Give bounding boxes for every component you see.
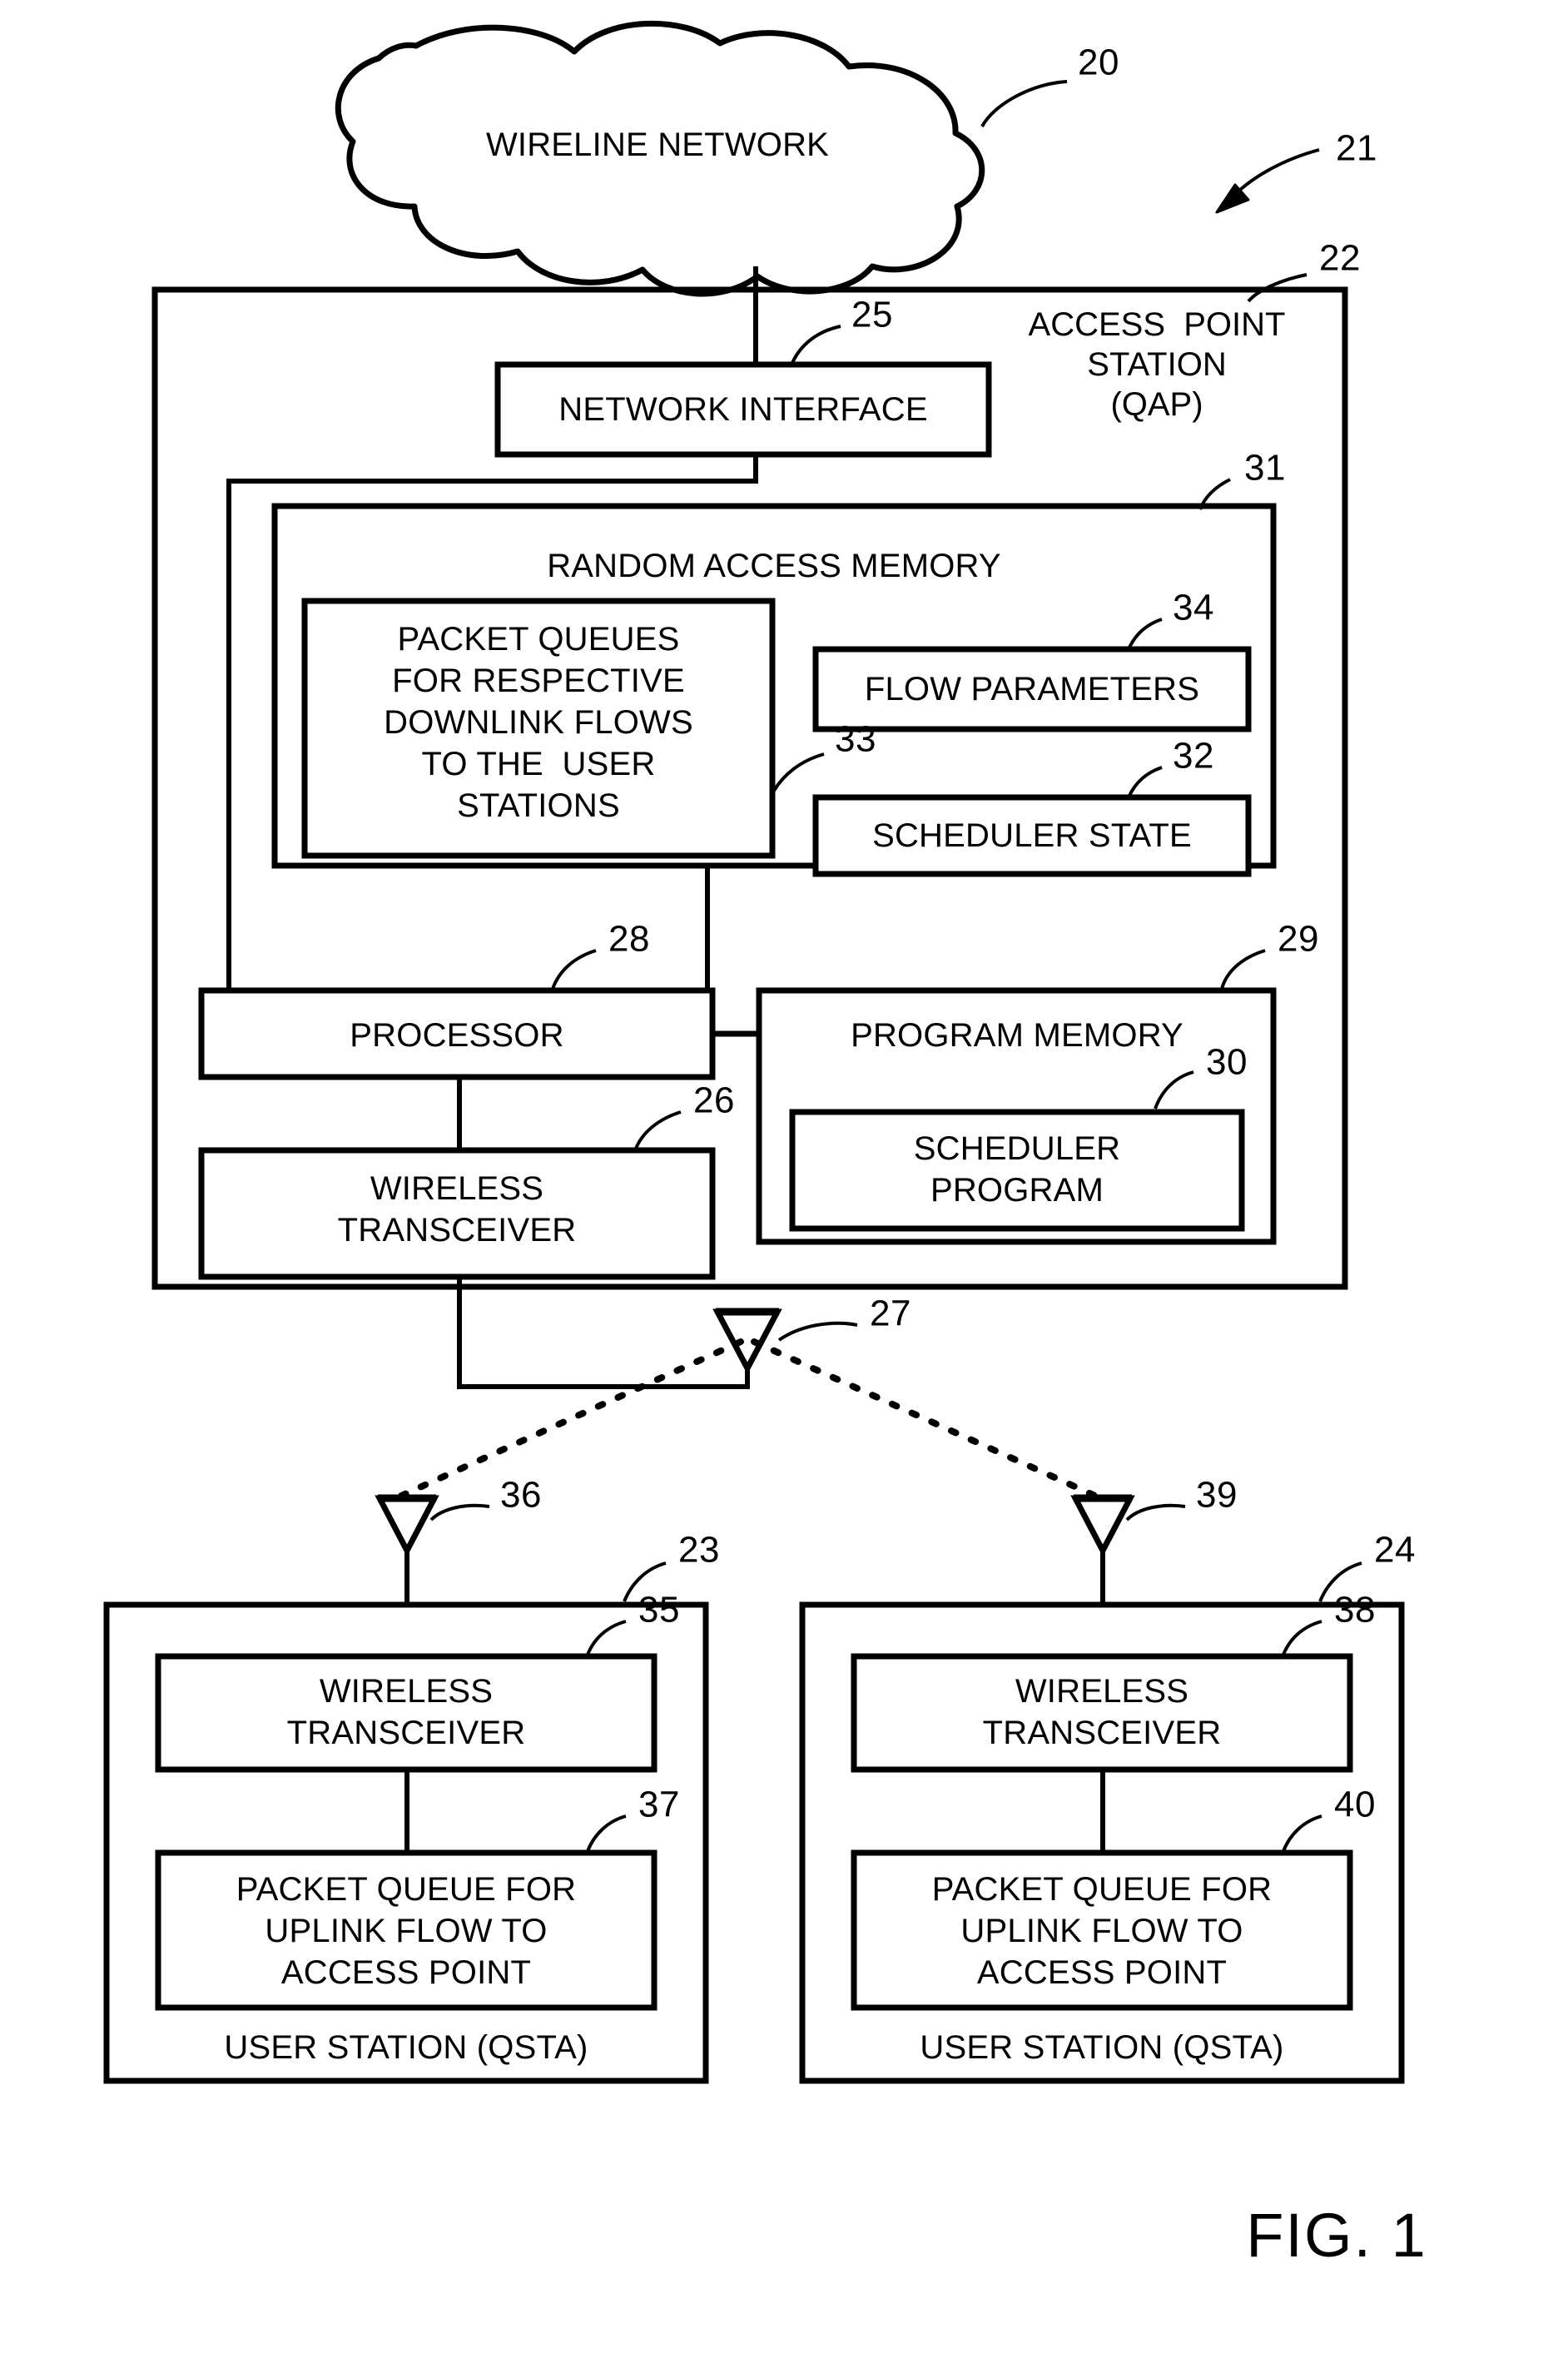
access-point-title-line3: (QAP) (1110, 385, 1203, 423)
ref-number-29: 29 (1278, 918, 1319, 960)
ref-number-32: 32 (1173, 735, 1214, 777)
radio-link-left (396, 1338, 744, 1500)
ref-number-33: 33 (835, 718, 876, 760)
ref-number-23: 23 (678, 1529, 720, 1571)
scheduler-program-line2: PROGRAM (930, 1171, 1104, 1209)
ap-transceiver-line2: TRANSCEIVER (337, 1211, 577, 1248)
ref-lead-39 (1125, 1503, 1186, 1522)
wireline-network-label: WIRELINE NETWORK (485, 126, 830, 163)
ref-number-20: 20 (1078, 42, 1119, 83)
right-station-queue-line2: UPLINK FLOW TO (960, 1912, 1243, 1949)
ref-number-37: 37 (638, 1784, 680, 1825)
ref-arrow-21 (1228, 148, 1320, 201)
left-station-transceiver-line1: WIRELESS (319, 1672, 494, 1710)
random-access-memory-label: RANDOM ACCESS MEMORY (547, 547, 1001, 584)
ref-lead-26 (634, 1110, 682, 1149)
right-user-station-label: USER STATION (QSTA) (920, 2028, 1284, 2066)
ref-number-40: 40 (1334, 1784, 1376, 1825)
processor-label: PROCESSOR (350, 1016, 564, 1054)
ref-lead-20 (980, 80, 1068, 127)
network-interface-label: NETWORK INTERFACE (558, 390, 928, 428)
wire-transceiver-to-antenna (457, 1277, 750, 1389)
access-point-title-line2: STATION (1087, 345, 1227, 383)
left-user-station-label: USER STATION (QSTA) (224, 2028, 588, 2066)
ref-lead-28 (551, 949, 597, 990)
ref-number-34: 34 (1173, 587, 1214, 628)
radio-link-right (751, 1338, 1100, 1500)
flow-parameters-label: FLOW PARAMETERS (864, 670, 1200, 707)
scheduler-state-label: SCHEDULER STATE (872, 817, 1192, 854)
ref-number-36: 36 (500, 1474, 542, 1516)
figure-linework (103, 20, 1405, 2084)
program-memory-label: PROGRAM MEMORY (851, 1016, 1183, 1054)
ref-number-21: 21 (1336, 127, 1377, 169)
ref-number-25: 25 (851, 294, 893, 335)
left-station-queue-line1: PACKET QUEUE FOR (236, 1870, 577, 1908)
packet-queues-line4: TO THE USER (421, 745, 656, 782)
right-station-transceiver-line1: WIRELESS (1015, 1672, 1189, 1710)
left-station-queue-line2: UPLINK FLOW TO (265, 1912, 548, 1949)
access-point-title-line1: ACCESS POINT (1028, 305, 1286, 343)
left-station-transceiver-line2: TRANSCEIVER (286, 1714, 526, 1751)
figure-caption: FIG. 1 (1246, 2201, 1427, 2271)
left-station-queue-line3: ACCESS POINT (280, 1953, 532, 1991)
right-station-queue-line1: PACKET QUEUE FOR (931, 1870, 1273, 1908)
right-station-transceiver-line2: TRANSCEIVER (982, 1714, 1222, 1751)
ref-number-27: 27 (870, 1293, 911, 1334)
ref-number-35: 35 (638, 1589, 680, 1631)
ref-lead-29 (1220, 949, 1266, 990)
left-station-antenna-icon (375, 1495, 439, 1557)
ref-number-24: 24 (1374, 1529, 1416, 1571)
ap-transceiver-line1: WIRELESS (370, 1169, 544, 1207)
ref-number-38: 38 (1334, 1589, 1376, 1631)
ap-antenna-icon (712, 1308, 782, 1375)
packet-queues-line5: STATIONS (457, 787, 620, 824)
packet-queues-line3: DOWNLINK FLOWS (384, 703, 693, 741)
ref-number-22: 22 (1319, 237, 1361, 279)
ref-number-28: 28 (608, 918, 650, 960)
ref-number-30: 30 (1206, 1041, 1248, 1083)
patent-figure: WIRELINE NETWORK 20 21 ACCESS POINT STAT… (0, 0, 1568, 2353)
ref-number-26: 26 (693, 1080, 735, 1121)
ref-number-31: 31 (1244, 447, 1286, 489)
ref-number-39: 39 (1196, 1474, 1238, 1516)
right-station-antenna-icon (1070, 1495, 1135, 1557)
ref-lead-27 (777, 1321, 858, 1342)
ref-lead-25 (791, 325, 841, 364)
right-station-queue-line3: ACCESS POINT (976, 1953, 1228, 1991)
ref-lead-36 (429, 1503, 490, 1522)
scheduler-program-line1: SCHEDULER (913, 1129, 1121, 1167)
packet-queues-line2: FOR RESPECTIVE (392, 662, 685, 699)
packet-queues-line1: PACKET QUEUES (397, 620, 680, 658)
